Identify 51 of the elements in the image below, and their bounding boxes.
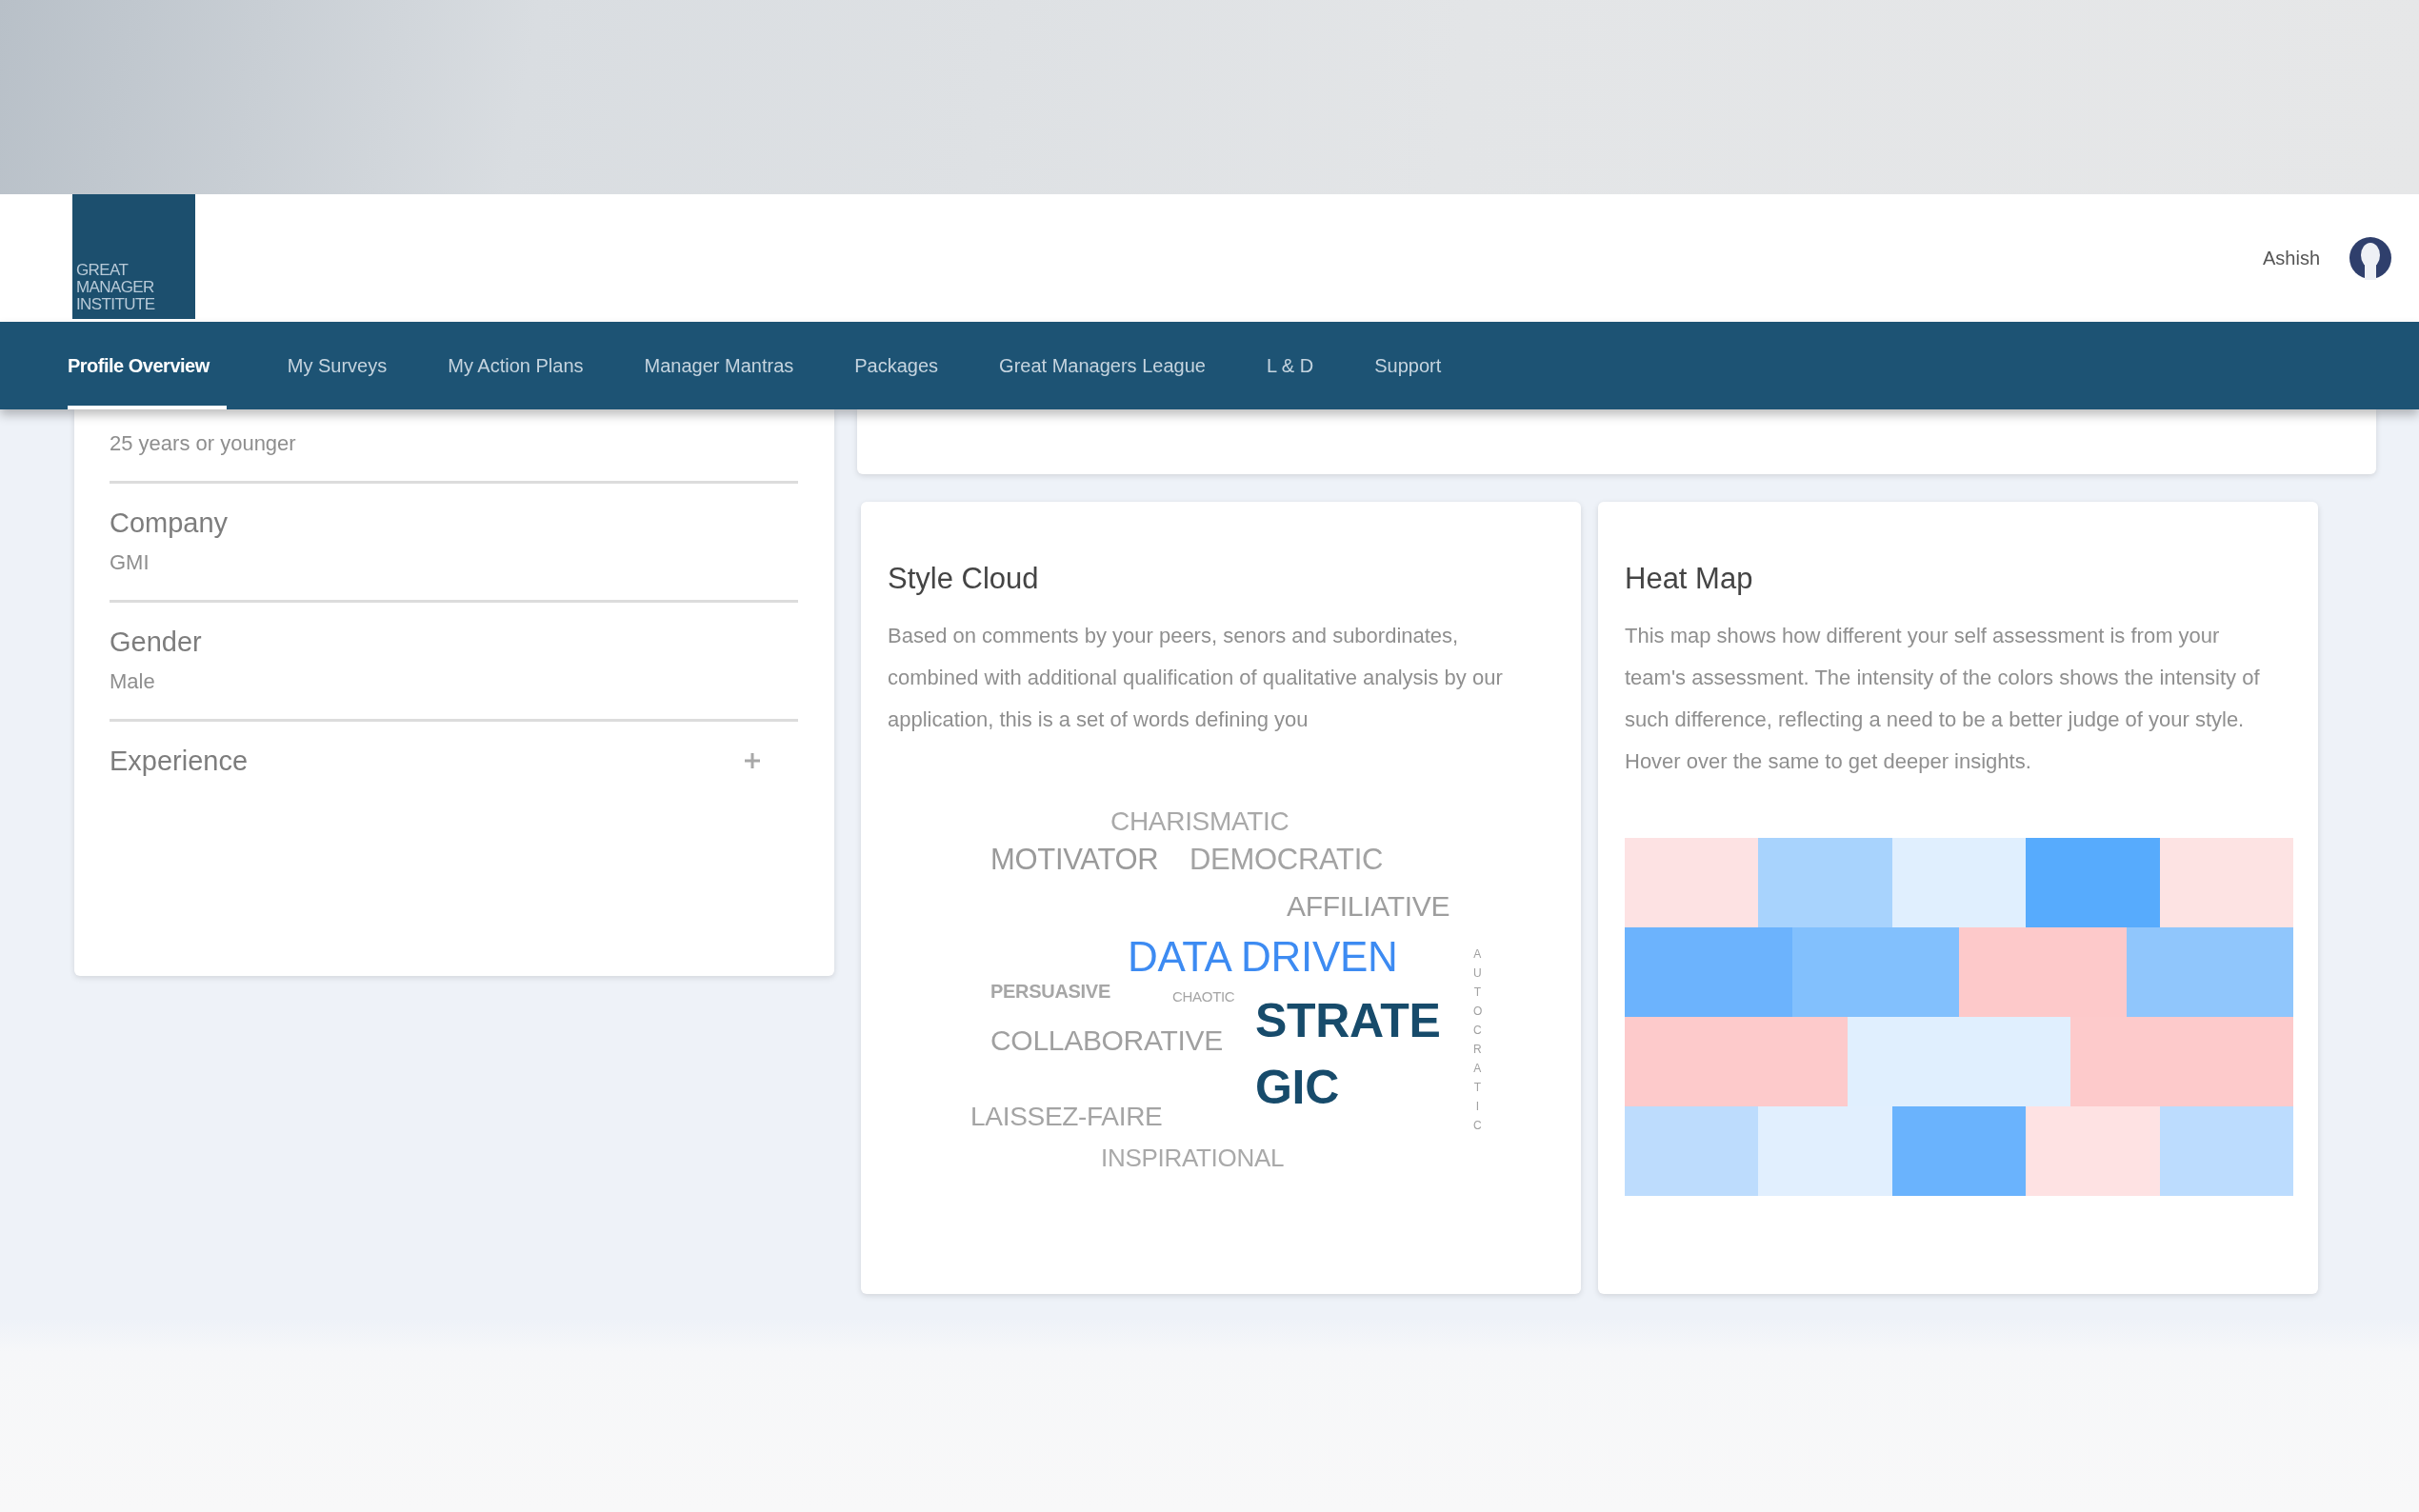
cloud-word: MOTIVATOR [990, 845, 1159, 874]
cloud-word: GIC [1255, 1064, 1339, 1111]
nav-tab[interactable]: Support [1374, 322, 1442, 409]
heat-map-cell[interactable] [2159, 838, 2294, 927]
heat-map-cell[interactable] [1891, 1106, 2027, 1196]
heat-map-cell[interactable] [2026, 838, 2160, 927]
card-description: This map shows how different your self assessment is from your team's assessment. The intensity of the colors shows the intensity of such difference, reflecting a need to be a better judge of your style. Hover over the same to get deeper insights. [1625, 623, 2261, 775]
cloud-word: INSPIRATIONAL [1101, 1145, 1285, 1170]
field-value: GMI [110, 549, 150, 576]
cloud-word: CHARISMATIC [1110, 808, 1289, 835]
nav-tab[interactable]: Manager Mantras [644, 322, 794, 409]
heat-map-cell[interactable] [1848, 1017, 2070, 1106]
nav-tab[interactable]: My Action Plans [448, 322, 584, 409]
card-description: Based on comments by your peers, senors and subordinates, combined with additional qualification of qualitative analysis by our application, this is a set of words defining you [888, 623, 1504, 733]
heat-map-cell[interactable] [2126, 927, 2293, 1017]
avatar-icon[interactable] [2349, 236, 2392, 280]
field-label: Experience [110, 745, 249, 778]
heat-map-cell[interactable] [2026, 1106, 2160, 1196]
heat-map-cell[interactable] [1959, 927, 2127, 1017]
field-label: Company [110, 507, 230, 540]
heat-map-cell[interactable] [1791, 927, 1959, 1017]
heat-map-cell[interactable] [1625, 1106, 1759, 1196]
field-value: Male [110, 668, 156, 695]
nav-tab[interactable]: L & D [1266, 322, 1314, 409]
cloud-word: CHAOTIC [1172, 989, 1235, 1004]
heat-map-cell[interactable] [1625, 1017, 1848, 1106]
heat-map-cell[interactable] [1891, 838, 2027, 927]
heat-map-cell[interactable] [2159, 1106, 2294, 1196]
field-value: 25 years or younger [110, 430, 297, 457]
user-name: Ashish [2262, 247, 2320, 269]
heat-map-cell[interactable] [1758, 1106, 1892, 1196]
cloud-word: LAISSEZ-FAIRE [970, 1104, 1163, 1130]
heat-map-cell[interactable] [1758, 838, 1892, 927]
cloud-word: AFFILIATIVE [1287, 892, 1450, 921]
cloud-word: DATA DRIVEN [1128, 936, 1398, 978]
cloud-word: STRATE [1255, 997, 1441, 1044]
nav-tab[interactable]: Great Managers League [999, 322, 1206, 409]
logo: GREAT MANAGER INSTITUTE [72, 194, 195, 319]
heat-map-cell[interactable] [2070, 1017, 2293, 1106]
cloud-word: DEMOCRATIC [1190, 845, 1384, 874]
card-title: Heat Map [1625, 561, 1754, 597]
cloud-word: COLLABORATIVE [990, 1026, 1223, 1055]
plus-icon[interactable] [745, 753, 760, 768]
nav-tab[interactable]: My Surveys [287, 322, 388, 409]
card-title: Style Cloud [888, 561, 1040, 597]
cloud-word: PERSUASIVE [990, 982, 1110, 1001]
cloud-word: AUTOCRATIC [1473, 946, 1482, 1134]
heat-map-cell[interactable] [1625, 838, 1759, 927]
heat-map-cell[interactable] [1625, 927, 1792, 1017]
field-label: Gender [110, 626, 203, 659]
nav-tab[interactable]: Packages [854, 322, 939, 409]
